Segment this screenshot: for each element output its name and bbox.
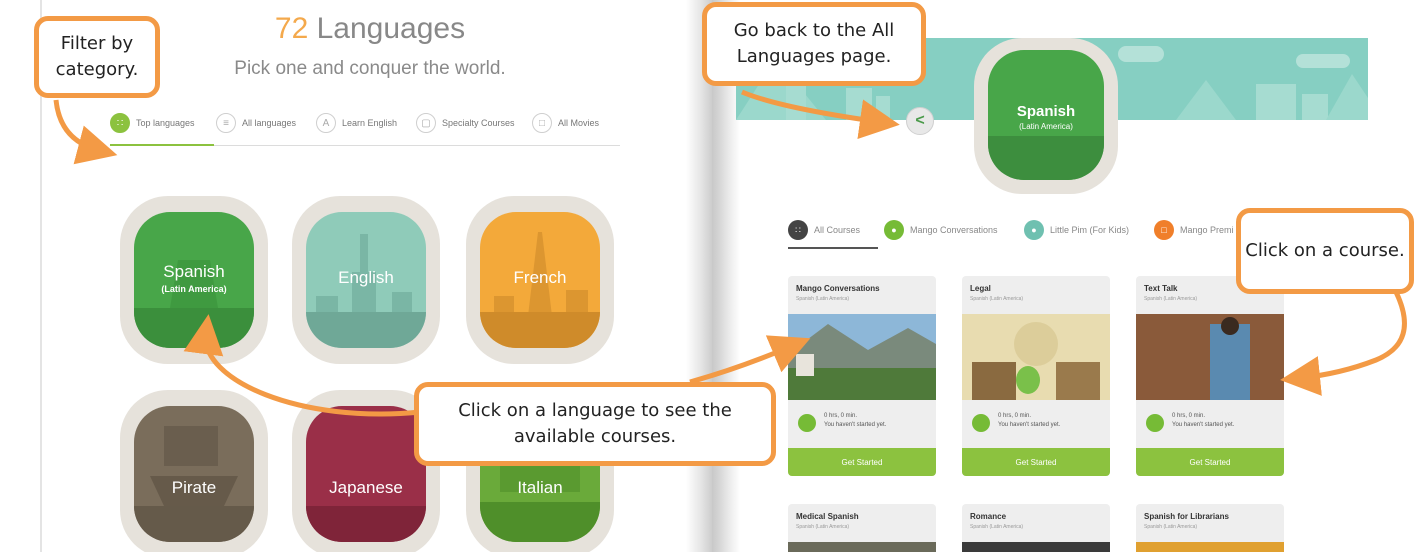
course-language-subname: (Latin America)	[1019, 122, 1073, 131]
tab-mango-conversations[interactable]: ● Mango Conversations	[884, 220, 998, 240]
course-title: Medical Spanish	[796, 512, 859, 521]
tab-label: All Courses	[814, 225, 861, 235]
course-language: Spanish (Latin America)	[1144, 524, 1198, 530]
course-language-badge-image: Spanish (Latin America)	[988, 50, 1104, 180]
pagoda-icon	[306, 506, 426, 542]
language-name: French	[513, 268, 567, 287]
tab-label: Learn English	[342, 118, 398, 128]
course-card-legal[interactable]: Legal Spanish (Latin America) 0 hrs, 0 m…	[962, 276, 1110, 476]
course-thumbnail	[1136, 314, 1284, 400]
letter-a-icon: A	[316, 113, 336, 133]
pirate-ship-icon	[134, 426, 254, 542]
course-thumbnail	[1136, 542, 1284, 552]
language-name: Pirate	[171, 478, 217, 497]
tab-all-courses[interactable]: ∷ All Courses	[788, 220, 860, 240]
language-tile-english[interactable]: English	[292, 196, 440, 364]
film-icon: □	[1154, 220, 1174, 240]
callout-click-language: Click on a language to see the available…	[414, 382, 776, 466]
page-subtitle: Pick one and conquer the world.	[234, 58, 506, 79]
course-thumbnail	[788, 542, 936, 552]
language-name: Spanish	[163, 262, 225, 281]
course-title: Legal	[970, 284, 991, 293]
tab-top-languages[interactable]: ∷ Top languages	[110, 108, 195, 138]
callout-filter-by-category: Filter by category.	[34, 16, 160, 98]
list-icon: ≡	[216, 113, 236, 133]
tab-little-pim[interactable]: ● Little Pim (For Kids)	[1024, 220, 1129, 240]
course-time: 0 hrs, 0 min.	[824, 413, 858, 419]
category-tabs: ∷ Top languages ≡ All languages A Learn …	[110, 108, 620, 146]
course-title: Spanish for Librarians	[1144, 512, 1229, 521]
get-started-button[interactable]: Get Started	[788, 448, 936, 476]
course-thumbnail	[962, 314, 1110, 400]
chat-icon: ●	[884, 220, 904, 240]
course-status: You haven't started yet.	[998, 422, 1061, 428]
grid-icon: ∷	[788, 220, 808, 240]
tab-label: Specialty Courses	[442, 118, 515, 128]
course-status: You haven't started yet.	[824, 422, 887, 428]
course-card-text-talk[interactable]: Text Talk Spanish (Latin America) 0 hrs,…	[1136, 276, 1284, 476]
course-title: Mango Conversations	[796, 284, 880, 293]
course-thumbnail	[788, 314, 936, 400]
language-tile-spanish[interactable]: Spanish (Latin America)	[120, 196, 268, 364]
course-title: Text Talk	[1144, 284, 1178, 293]
course-language-name: Spanish	[1016, 103, 1076, 120]
course-time: 0 hrs, 0 min.	[998, 413, 1032, 419]
language-tile-image: Spanish (Latin America)	[134, 212, 254, 348]
conversations-icon	[798, 414, 816, 432]
course-card-mango-conversations[interactable]: Mango Conversations Spanish (Latin Ameri…	[788, 276, 936, 476]
page-title-text: Languages	[308, 12, 466, 45]
course-language: Spanish (Latin America)	[796, 524, 850, 530]
language-name: English	[338, 268, 394, 287]
course-card-medical-spanish[interactable]: Medical Spanish Spanish (Latin America)	[788, 504, 936, 552]
page-title: 72 Languages	[200, 12, 540, 46]
conversations-icon	[1146, 414, 1164, 432]
tab-specialty-courses[interactable]: ▢ Specialty Courses	[416, 108, 515, 138]
course-status: You haven't started yet.	[1172, 422, 1235, 428]
course-language: Spanish (Latin America)	[1144, 296, 1198, 302]
get-started-button[interactable]: Get Started	[962, 448, 1110, 476]
chevron-left-icon: <	[915, 112, 925, 129]
conversations-icon	[972, 414, 990, 432]
course-thumbnail	[962, 542, 1110, 552]
get-started-button[interactable]: Get Started	[1136, 448, 1284, 476]
course-language: Spanish (Latin America)	[970, 524, 1024, 530]
language-subname: (Latin America)	[161, 284, 227, 294]
tab-all-languages[interactable]: ≡ All languages	[216, 108, 296, 138]
tab-learn-english[interactable]: A Learn English	[316, 108, 397, 138]
tab-label: Top languages	[136, 118, 195, 128]
tab-label: All languages	[242, 118, 297, 128]
tab-all-movies[interactable]: □ All Movies	[532, 108, 599, 138]
course-card-romance[interactable]: Romance Spanish (Latin America)	[962, 504, 1110, 552]
active-tab-indicator	[788, 247, 878, 249]
language-tile-image: Japanese	[306, 406, 426, 542]
language-name: Italian	[517, 478, 563, 497]
film-icon: □	[532, 113, 552, 133]
language-tile-image: French	[480, 212, 600, 348]
course-time: 0 hrs, 0 min.	[1172, 413, 1206, 419]
badge-ground	[988, 136, 1104, 180]
course-title: Romance	[970, 512, 1007, 521]
language-tile-french[interactable]: French	[466, 196, 614, 364]
language-tile-image: Pirate	[134, 406, 254, 542]
tab-label: All Movies	[558, 118, 600, 128]
course-card-spanish-for-librarians[interactable]: Spanish for Librarians Spanish (Latin Am…	[1136, 504, 1284, 552]
back-button[interactable]: <	[906, 107, 934, 135]
bookmark-icon: ▢	[416, 113, 436, 133]
course-language: Spanish (Latin America)	[970, 296, 1024, 302]
screenshot-root: 72 Languages Pick one and conquer the wo…	[0, 0, 1423, 552]
callout-click-course: Click on a course.	[1236, 208, 1414, 294]
grid-icon: ∷	[110, 113, 130, 133]
active-tab-indicator	[110, 144, 214, 146]
tab-mango-premiere[interactable]: □ Mango Premi	[1154, 220, 1234, 240]
tab-label: Mango Conversations	[910, 225, 998, 235]
course-language: Spanish (Latin America)	[796, 296, 850, 302]
tab-label: Mango Premi	[1180, 225, 1234, 235]
panda-icon: ●	[1024, 220, 1044, 240]
language-count: 72	[274, 12, 309, 45]
tab-label: Little Pim (For Kids)	[1050, 225, 1130, 235]
language-tile-pirate[interactable]: Pirate	[120, 390, 268, 552]
language-name: Japanese	[329, 478, 403, 497]
language-tile-image: English	[306, 212, 426, 348]
callout-go-back: Go back to the All Languages page.	[702, 2, 926, 86]
